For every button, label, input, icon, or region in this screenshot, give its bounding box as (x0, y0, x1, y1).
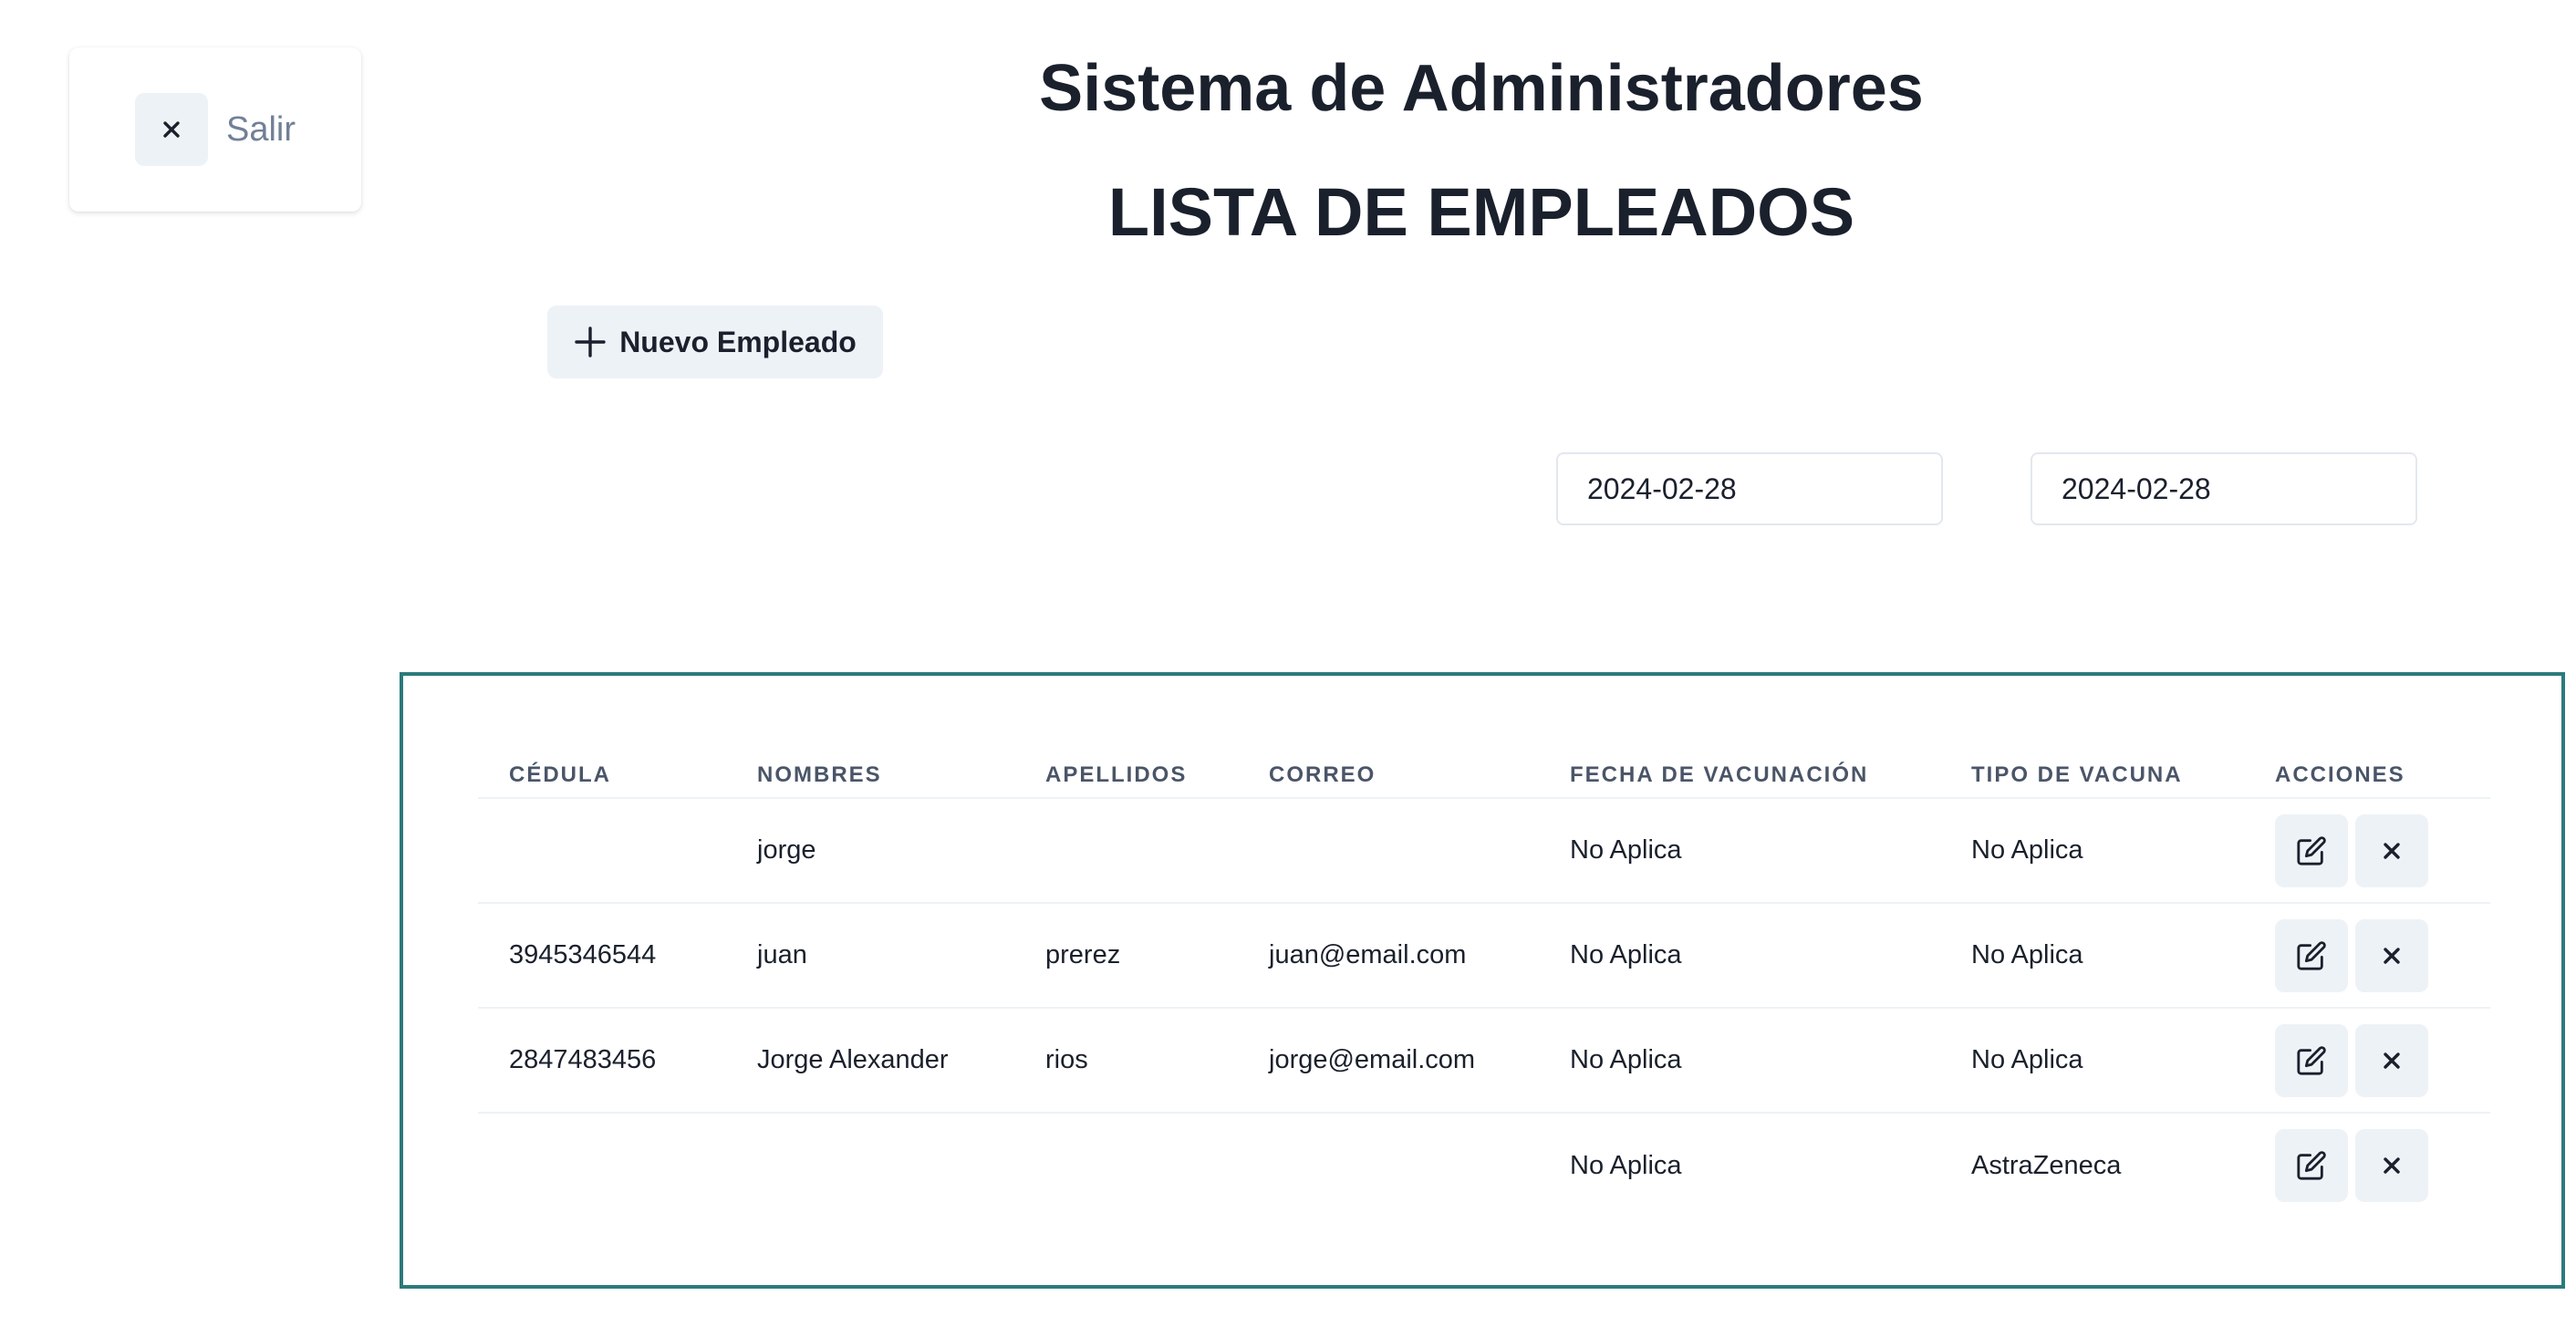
cell-apellidos: prerez (1014, 903, 1238, 1009)
cell-tipo-vacuna: No Aplica (1940, 1008, 2244, 1114)
cell-acciones (2244, 903, 2490, 1009)
cell-tipo-vacuna: No Aplica (1940, 903, 2244, 1009)
page-title: LISTA DE EMPLEADOS (1107, 174, 1855, 250)
cell-nombres: jorge (726, 798, 1014, 904)
close-icon (2384, 1052, 2400, 1069)
cell-apellidos (1014, 798, 1238, 904)
edit-button[interactable] (2275, 918, 2348, 992)
table-row: 2847483456 Jorge Alexander rios jorge@em… (478, 1008, 2490, 1114)
close-icon (2384, 842, 2400, 859)
cell-correo (1238, 1113, 1539, 1218)
column-header-nombres: NOMBRES (726, 738, 1014, 799)
delete-button[interactable] (2355, 1023, 2428, 1097)
new-employee-button[interactable]: Nuevo Empleado (547, 306, 883, 378)
new-employee-label: Nuevo Empleado (619, 325, 857, 358)
cell-acciones (2244, 1113, 2490, 1218)
column-header-fecha-vacunacion: FECHA DE VACUNACIÓN (1539, 738, 1940, 799)
cell-correo: jorge@email.com (1238, 1008, 1539, 1114)
app-title: Sistema de Administradores (1039, 52, 1924, 125)
edit-icon (2297, 1151, 2326, 1180)
employee-table: CÉDULA NOMBRES APELLIDOS CORREO FECHA DE… (478, 738, 2490, 1218)
delete-button[interactable] (2355, 918, 2428, 992)
column-header-tipo-vacuna: TIPO DE VACUNA (1940, 738, 2244, 799)
close-icon (2384, 947, 2400, 964)
table-row: jorge No Aplica No Aplica (478, 798, 2490, 904)
delete-button[interactable] (2355, 1129, 2428, 1202)
table-header-row: CÉDULA NOMBRES APELLIDOS CORREO FECHA DE… (478, 738, 2490, 799)
cell-nombres (726, 1113, 1014, 1218)
plus-icon (574, 326, 607, 358)
column-header-apellidos: APELLIDOS (1014, 738, 1238, 799)
cell-fecha-vacunacion: No Aplica (1570, 1150, 1682, 1180)
cell-apellidos (1014, 1113, 1238, 1218)
edit-button[interactable] (2275, 1129, 2348, 1202)
cell-tipo-vacuna: AstraZeneca (1971, 1150, 2122, 1180)
column-header-correo: CORREO (1238, 738, 1539, 799)
edit-icon (2297, 940, 2326, 970)
edit-icon (2297, 835, 2326, 865)
cell-acciones (2244, 1008, 2490, 1114)
cell-nombres: Jorge Alexander (726, 1008, 1014, 1114)
edit-icon (2297, 1045, 2326, 1075)
column-header-acciones: ACCIONES (2244, 738, 2490, 799)
table-row: 3945346544 juan prerez juan@email.com No… (478, 903, 2490, 1009)
cell-cedula: 2847483456 (478, 1008, 726, 1114)
edit-button[interactable] (2275, 814, 2348, 887)
close-icon (2384, 1157, 2400, 1174)
cell-nombres: juan (726, 903, 1014, 1009)
cell-tipo-vacuna: No Aplica (1940, 798, 2244, 904)
edit-button[interactable] (2275, 1023, 2348, 1097)
cell-cedula: 3945346544 (478, 903, 726, 1009)
cell-fecha-vacunacion: No Aplica (1539, 1008, 1940, 1114)
table-row: No Aplica AstraZeneca (478, 1113, 2490, 1218)
table-body: jorge No Aplica No Aplica 3945346544 jua… (478, 798, 2490, 1218)
cell-fecha-vacunacion: No Aplica (1539, 903, 1940, 1009)
cell-acciones (2244, 798, 2490, 904)
cell-correo: juan@email.com (1238, 903, 1539, 1009)
column-header-cedula: CÉDULA (478, 738, 726, 799)
cell-apellidos: rios (1014, 1008, 1238, 1114)
date-from-input[interactable] (1556, 452, 1943, 525)
cell-cedula (478, 1113, 726, 1218)
cell-fecha-vacunacion: No Aplica (1539, 798, 1940, 904)
employee-table-container: CÉDULA NOMBRES APELLIDOS CORREO FECHA DE… (400, 672, 2565, 1289)
cell-correo (1238, 798, 1539, 904)
date-to-input[interactable] (2031, 452, 2417, 525)
cell-cedula (478, 798, 726, 904)
delete-button[interactable] (2355, 814, 2428, 887)
